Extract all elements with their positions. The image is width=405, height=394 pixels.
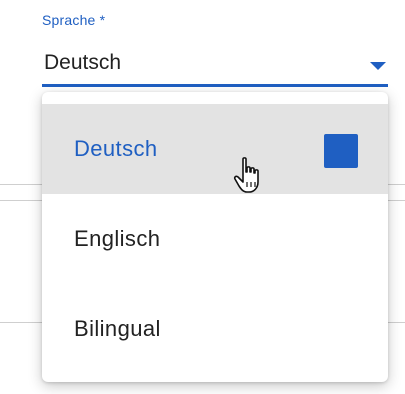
option-label: Englisch [74,226,161,251]
chevron-down-icon[interactable] [370,62,386,70]
language-select-value: Deutsch [44,51,122,74]
option-label: Bilingual [74,316,161,341]
option-deutsch[interactable]: Deutsch [42,104,388,194]
language-select-label: Sprache * [42,12,106,28]
option-bilingual[interactable]: Bilingual [42,284,388,374]
select-underline [42,84,388,87]
language-select-screen: Sprache * Deutsch Deutsch Englisch Bilin… [0,0,405,394]
option-englisch[interactable]: Englisch [42,194,388,284]
language-select[interactable]: Sprache * Deutsch [42,8,388,88]
option-label: Deutsch [74,136,158,161]
language-dropdown-menu: Deutsch Englisch Bilingual [42,92,388,382]
selected-square-icon [324,134,358,168]
